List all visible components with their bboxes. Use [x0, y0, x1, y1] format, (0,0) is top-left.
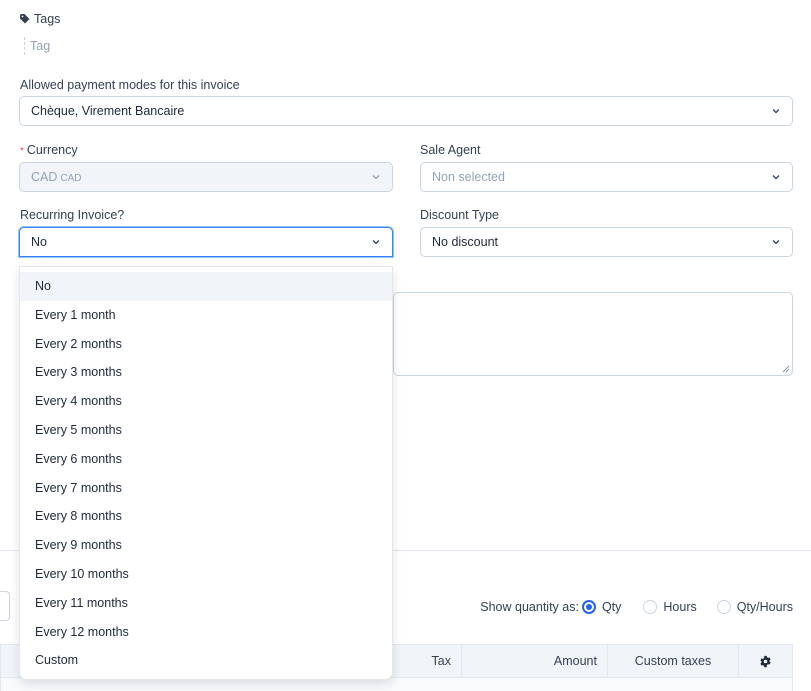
currency-value: CAD [31, 170, 58, 184]
required-mark: * [20, 146, 24, 157]
show-quantity-as: Show quantity as: Qty Hours Qty/Hours [480, 600, 793, 614]
chevron-down-icon [372, 175, 380, 180]
recurring-option[interactable]: Every 4 months [20, 387, 392, 416]
radio-hours[interactable] [643, 600, 658, 614]
radio-qty[interactable] [581, 600, 596, 614]
currency-value-sub: CAD [60, 173, 82, 184]
column-custom-taxes: Custom taxes [607, 645, 738, 677]
recurring-option[interactable]: Custom [20, 646, 392, 675]
recurring-option[interactable]: Every 8 months [20, 502, 392, 531]
gear-icon [760, 655, 771, 667]
chevron-down-icon [372, 240, 380, 245]
currency-select[interactable]: CAD CAD [19, 162, 393, 192]
radio-qty-label[interactable]: Qty [602, 600, 621, 614]
radio-qty-hours[interactable] [716, 600, 731, 614]
chevron-down-icon [772, 175, 780, 180]
resize-handle-icon[interactable] [782, 365, 790, 373]
recurring-option[interactable]: Every 10 months [20, 560, 392, 589]
recurring-option[interactable]: Every 5 months [20, 416, 392, 445]
show-quantity-label: Show quantity as: [480, 600, 579, 614]
tag-input[interactable]: Tag [24, 37, 50, 55]
currency-label-text: Currency [26, 143, 78, 157]
radio-hours-label[interactable]: Hours [663, 600, 696, 614]
table-settings-button[interactable] [738, 645, 792, 677]
notes-textarea[interactable] [393, 292, 793, 376]
payment-modes-value: Chèque, Virement Bancaire [31, 104, 185, 118]
discount-type-label: Discount Type [420, 208, 499, 222]
currency-label: * Currency [20, 143, 78, 157]
recurring-option[interactable]: Every 3 months [20, 358, 392, 387]
recurring-select[interactable]: No [19, 227, 393, 257]
recurring-option[interactable]: Every 2 months [20, 330, 392, 359]
recurring-option[interactable]: Every 1 month [20, 301, 392, 330]
recurring-option[interactable]: Every 12 months [20, 618, 392, 647]
payment-modes-label: Allowed payment modes for this invoice [20, 78, 240, 92]
sale-agent-select[interactable]: Non selected [420, 162, 793, 192]
recurring-option[interactable]: Every 7 months [20, 474, 392, 503]
recurring-option[interactable]: Every 9 months [20, 531, 392, 560]
recurring-value: No [31, 235, 47, 249]
recurring-option[interactable]: Every 11 months [20, 589, 392, 618]
sale-agent-value: Non selected [432, 170, 505, 184]
recurring-dropdown-menu: No Every 1 month Every 2 months Every 3 mon… [19, 266, 393, 680]
tags-label-text: Tags [34, 12, 61, 26]
recurring-option[interactable]: No [20, 272, 392, 301]
recurring-option[interactable]: Every 6 months [20, 445, 392, 474]
column-amount: Amount [461, 645, 607, 677]
tags-label: Tags [20, 12, 60, 26]
tag-icon [20, 14, 30, 24]
recurring-label: Recurring Invoice? [20, 208, 125, 222]
radio-qty-hours-label[interactable]: Qty/Hours [737, 600, 793, 614]
sale-agent-label: Sale Agent [420, 143, 481, 157]
chevron-down-icon [772, 109, 780, 114]
payment-modes-select[interactable]: Chèque, Virement Bancaire [19, 96, 793, 126]
chevron-down-icon [772, 240, 780, 245]
discount-type-value: No discount [432, 235, 499, 249]
discount-type-select[interactable]: No discount [420, 227, 793, 257]
item-select-input[interactable] [0, 591, 10, 621]
